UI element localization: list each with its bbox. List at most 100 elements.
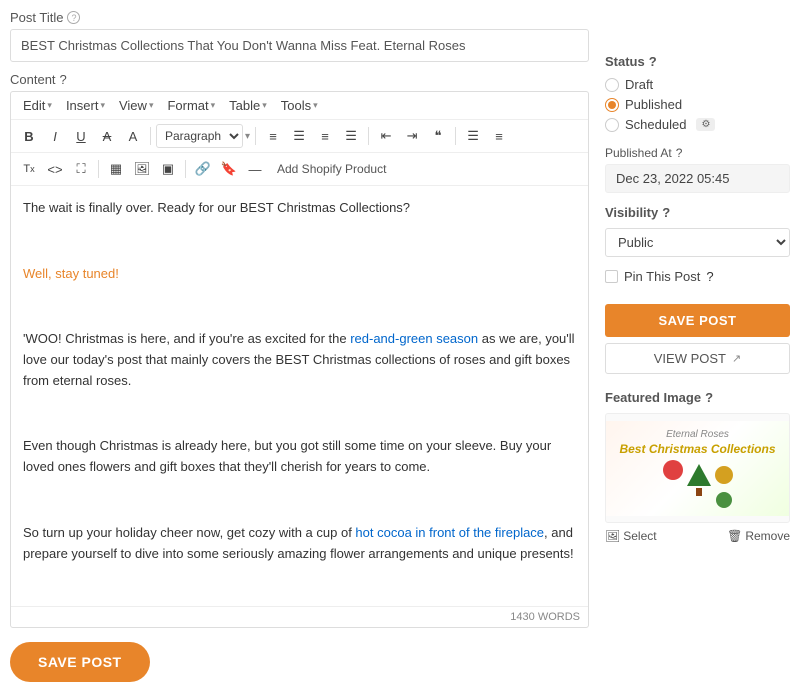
toolbar-divider-2 — [255, 127, 256, 145]
featured-image-graphic — [614, 460, 781, 508]
image-button[interactable]: 🖼 — [130, 157, 154, 181]
content-label: Content ? — [10, 72, 589, 87]
toolbar-divider-5 — [98, 160, 99, 178]
view-post-button[interactable]: VIEW POST ↗ — [605, 343, 790, 374]
featured-image-subtitle: Eternal Roses — [614, 429, 781, 440]
ordered-list-button[interactable]: ≡ — [487, 124, 511, 148]
fullscreen-button[interactable]: ⛶ — [69, 157, 93, 181]
menu-view-arrow: ▾ — [149, 100, 154, 111]
paragraph-10 — [23, 576, 576, 597]
featured-image-placeholder: Eternal Roses Best Christmas Collections — [606, 421, 789, 516]
content-help-icon: ? — [60, 72, 67, 87]
featured-image-box: Eternal Roses Best Christmas Collections — [605, 413, 790, 523]
text-color-button[interactable]: A — [121, 124, 145, 148]
featured-image-title: Featured Image ? — [605, 390, 790, 405]
decorative-trunk — [696, 488, 702, 496]
paragraph-1: The wait is finally over. Ready for our … — [23, 198, 576, 219]
view-post-label: VIEW POST — [654, 351, 726, 366]
hr-button[interactable]: — — [243, 157, 267, 181]
remove-label: Remove — [745, 529, 790, 543]
published-label: Published — [625, 97, 682, 112]
status-section: Status ? Draft Published Scheduled ⚙ — [605, 54, 790, 132]
editor-container: Edit ▾ Insert ▾ View ▾ Format ▾ Table — [10, 91, 589, 628]
decorative-gold-circle — [715, 466, 733, 484]
post-title-help-icon: ? — [67, 11, 80, 24]
save-post-button[interactable]: SAVE POST — [605, 304, 790, 337]
select-image-button[interactable]: 🖼 Select — [605, 529, 657, 543]
status-scheduled-option[interactable]: Scheduled ⚙ — [605, 117, 790, 132]
paragraph-select[interactable]: Paragraph Heading 1 Heading 2 — [156, 124, 243, 148]
indent-button[interactable]: ⇥ — [400, 124, 424, 148]
formatting-toolbar-row1: B I U A A Paragraph Heading 1 Heading 2 … — [11, 120, 588, 153]
underline-button[interactable]: U — [69, 124, 93, 148]
toolbar-divider-6 — [185, 160, 186, 178]
paragraph-3: Well, stay tuned! — [23, 264, 576, 285]
visibility-select[interactable]: Public Hidden — [605, 228, 790, 257]
formatting-toolbar-row2: Tx <> ⛶ ▦ 🖼 ▣ 🔗 🔖 — Add Shopify Product — [11, 153, 588, 186]
decorative-green-circle — [716, 492, 732, 508]
menu-insert-arrow: ▾ — [100, 100, 105, 111]
menu-table-arrow: ▾ — [262, 100, 267, 111]
align-left-button[interactable]: ≡ — [261, 124, 285, 148]
subscript-button[interactable]: Tx — [17, 157, 41, 181]
featured-image-section: Featured Image ? Eternal Roses Best Chri… — [605, 390, 790, 543]
italic-button[interactable]: I — [43, 124, 67, 148]
status-published-option[interactable]: Published — [605, 97, 790, 112]
menu-insert[interactable]: Insert ▾ — [60, 96, 111, 115]
scheduled-label: Scheduled — [625, 117, 686, 132]
post-title-label: Post Title ? — [10, 10, 589, 25]
remove-icon: 🗑 — [727, 529, 742, 543]
save-post-bottom-button[interactable]: SAVE POST — [10, 642, 150, 682]
menu-tools-arrow: ▾ — [313, 100, 318, 111]
align-center-button[interactable]: ☰ — [287, 124, 311, 148]
visibility-section: Visibility ? Public Hidden — [605, 205, 790, 257]
align-justify-button[interactable]: ☰ — [339, 124, 363, 148]
menu-edit[interactable]: Edit ▾ — [17, 96, 58, 115]
select-icon: 🖼 — [605, 529, 620, 543]
add-shopify-product-button[interactable]: Add Shopify Product — [277, 162, 386, 176]
draft-radio[interactable] — [605, 78, 619, 92]
paragraph-8 — [23, 490, 576, 511]
bottom-save-section: SAVE POST — [10, 642, 589, 682]
published-at-value[interactable]: Dec 23, 2022 05:45 — [605, 164, 790, 193]
remove-image-button[interactable]: 🗑 Remove — [727, 529, 790, 543]
decorative-red-circle — [663, 460, 683, 480]
published-radio[interactable] — [605, 98, 619, 112]
link-button[interactable]: 🔗 — [191, 157, 215, 181]
strikethrough-button[interactable]: A — [95, 124, 119, 148]
toolbar-divider-3 — [368, 127, 369, 145]
unordered-list-button[interactable]: ☰ — [461, 124, 485, 148]
external-link-icon: ↗ — [732, 352, 741, 365]
table-button[interactable]: ▦ — [104, 157, 128, 181]
blockquote-button[interactable]: ❝ — [426, 124, 450, 148]
scheduled-badge: ⚙ — [696, 118, 715, 131]
visibility-title: Visibility ? — [605, 205, 790, 220]
menu-tools[interactable]: Tools ▾ — [275, 96, 324, 115]
menu-edit-arrow: ▾ — [47, 100, 52, 111]
toolbar-divider-1 — [150, 127, 151, 145]
bold-button[interactable]: B — [17, 124, 41, 148]
menu-table[interactable]: Table ▾ — [223, 96, 273, 115]
status-draft-option[interactable]: Draft — [605, 77, 790, 92]
word-count: 1430 WORDS — [11, 606, 588, 627]
status-radio-group: Draft Published Scheduled ⚙ — [605, 77, 790, 132]
align-right-button[interactable]: ≡ — [313, 124, 337, 148]
pin-post-help-icon: ? — [706, 269, 713, 284]
featured-image-help-icon: ? — [705, 390, 713, 405]
menu-view[interactable]: View ▾ — [113, 96, 159, 115]
paragraph-4 — [23, 296, 576, 317]
pin-post-label: Pin This Post — [624, 269, 700, 284]
status-title: Status ? — [605, 54, 790, 69]
editor-menubar: Edit ▾ Insert ▾ View ▾ Format ▾ Table — [11, 92, 588, 120]
paragraph-7: Even though Christmas is already here, b… — [23, 436, 576, 478]
outdent-button[interactable]: ⇤ — [374, 124, 398, 148]
pin-post-checkbox[interactable] — [605, 270, 618, 283]
post-title-input[interactable] — [10, 29, 589, 62]
bookmark-button[interactable]: 🔖 — [217, 157, 241, 181]
media-button[interactable]: ▣ — [156, 157, 180, 181]
scheduled-radio[interactable] — [605, 118, 619, 132]
code-button[interactable]: <> — [43, 157, 67, 181]
editor-content[interactable]: The wait is finally over. Ready for our … — [11, 186, 588, 606]
menu-format[interactable]: Format ▾ — [161, 96, 221, 115]
draft-label: Draft — [625, 77, 653, 92]
